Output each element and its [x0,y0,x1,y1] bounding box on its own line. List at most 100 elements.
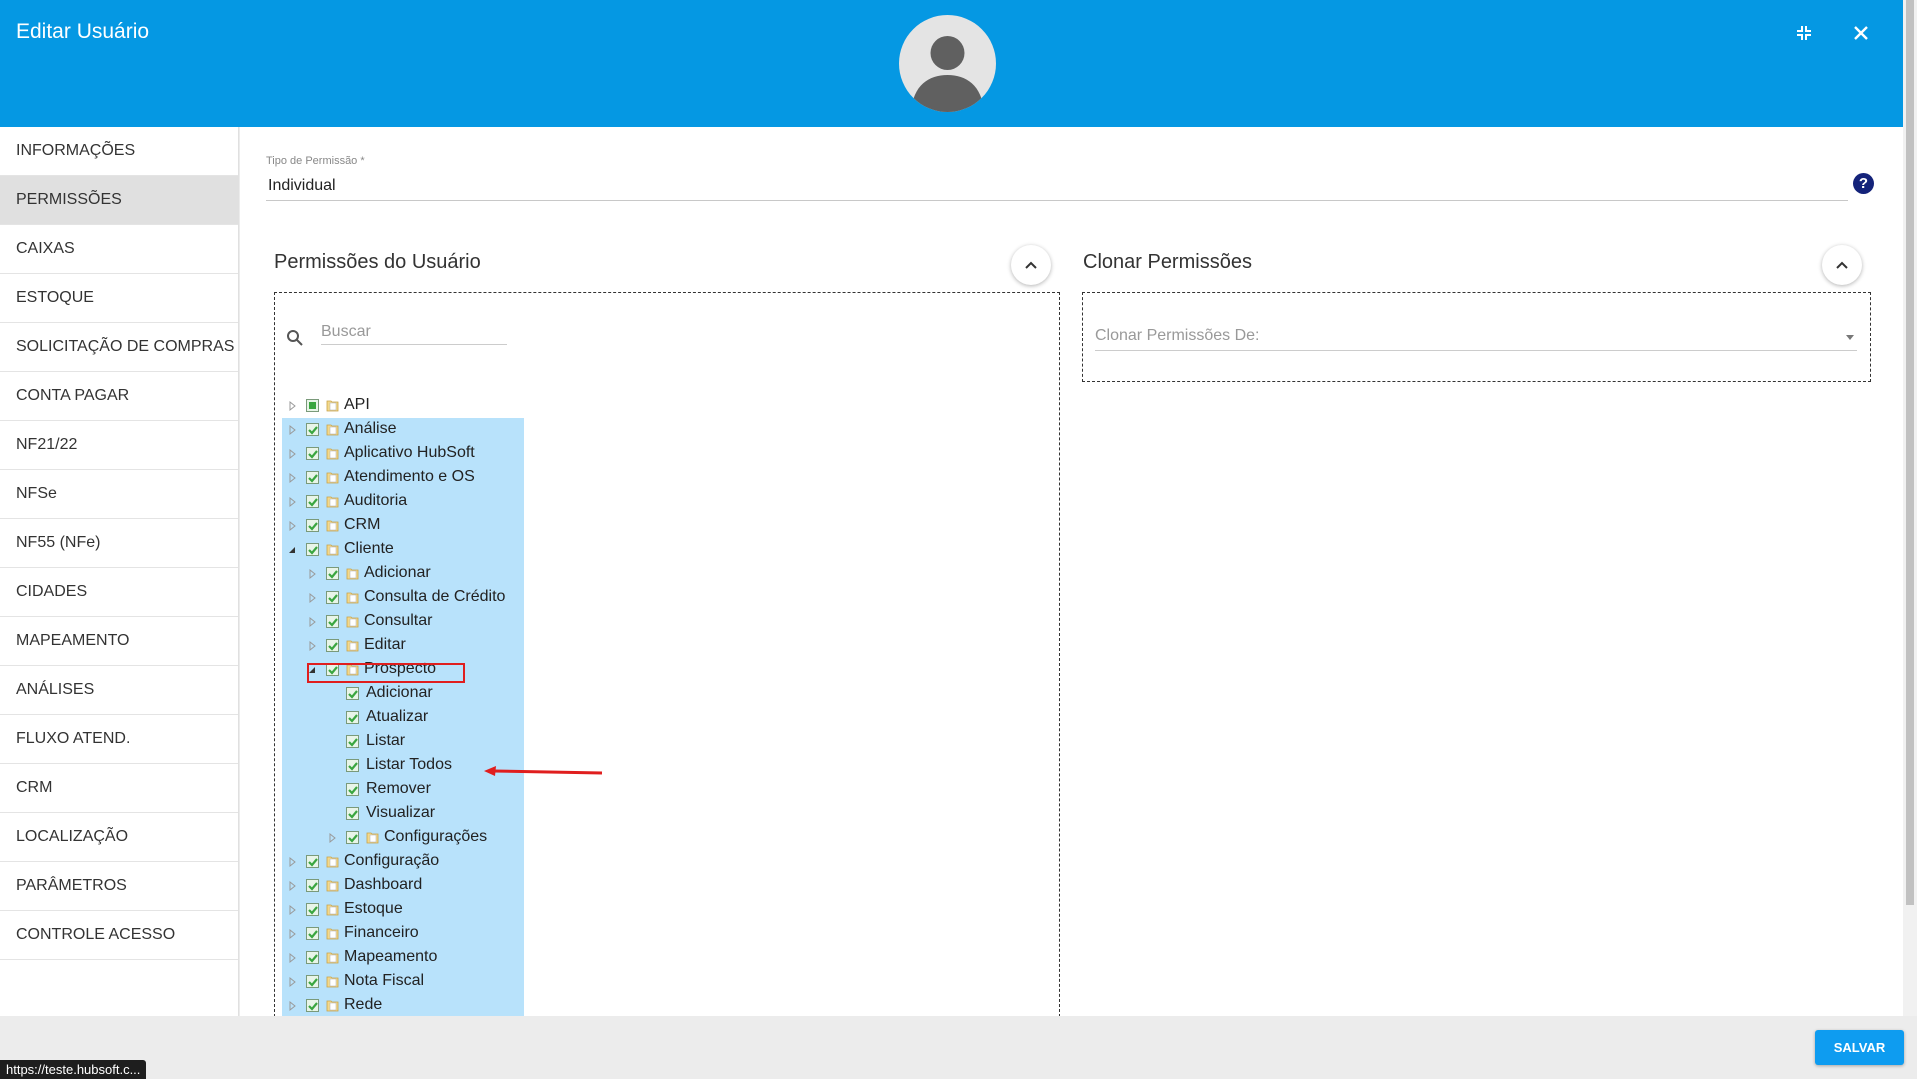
tree-collapsed-icon[interactable] [286,952,298,964]
tree-node-label[interactable]: Análise [344,420,396,438]
tree-checkbox[interactable] [306,999,319,1012]
tree-node-label[interactable]: Configurações [384,828,487,846]
tree-checkbox[interactable] [346,807,359,820]
tree-checkbox[interactable] [346,759,359,772]
tree-node[interactable]: Adicionar [282,682,524,706]
sidebar-item-0[interactable]: INFORMAÇÕES [0,127,238,176]
sidebar-item-4[interactable]: SOLICITAÇÃO DE COMPRAS [0,323,238,372]
tree-node[interactable]: Cliente [282,538,524,562]
sidebar-item-2[interactable]: CAIXAS [0,225,238,274]
tree-collapsed-icon[interactable] [286,448,298,460]
tree-checkbox[interactable] [306,927,319,940]
tree-checkbox[interactable] [306,951,319,964]
tree-checkbox[interactable] [326,591,339,604]
tree-node-label[interactable]: Editar [364,636,406,654]
tree-node[interactable]: Remover [282,778,524,802]
tree-node[interactable]: Aplicativo HubSoft [282,442,524,466]
sidebar-item-3[interactable]: ESTOQUE [0,274,238,323]
tree-checkbox[interactable] [346,687,359,700]
sidebar-item-16[interactable]: CONTROLE ACESSO [0,911,238,960]
tree-checkbox[interactable] [346,783,359,796]
tree-collapsed-icon[interactable] [286,904,298,916]
tree-collapsed-icon[interactable] [306,592,318,604]
tree-node-label[interactable]: Visualizar [366,804,435,822]
sidebar-item-9[interactable]: CIDADES [0,568,238,617]
tree-collapsed-icon[interactable] [306,640,318,652]
tree-collapsed-icon[interactable] [286,880,298,892]
tree-node[interactable]: Financeiro [282,922,524,946]
tree-node[interactable]: Editar [282,634,524,658]
sidebar-item-13[interactable]: CRM [0,764,238,813]
tree-node[interactable]: Auditoria [282,490,524,514]
tree-node-label[interactable]: Dashboard [344,876,422,894]
sidebar-item-10[interactable]: MAPEAMENTO [0,617,238,666]
sidebar-item-6[interactable]: NF21/22 [0,421,238,470]
tree-node[interactable]: Visualizar [282,802,524,826]
tree-checkbox[interactable] [346,711,359,724]
tree-checkbox[interactable] [306,471,319,484]
tree-collapsed-icon[interactable] [286,1000,298,1012]
tree-node[interactable]: Configuração [282,850,524,874]
tree-node[interactable]: Listar [282,730,524,754]
tree-checkbox[interactable] [306,423,319,436]
sidebar-item-11[interactable]: ANÁLISES [0,666,238,715]
sidebar-item-8[interactable]: NF55 (NFe) [0,519,238,568]
tree-node-label[interactable]: Financeiro [344,924,419,942]
permission-search-input[interactable] [321,319,507,345]
tree-checkbox[interactable] [306,975,319,988]
tree-checkbox[interactable] [326,567,339,580]
tree-checkbox[interactable] [306,399,319,412]
tree-node[interactable]: Adicionar [282,562,524,586]
tree-node-label[interactable]: Aplicativo HubSoft [344,444,475,462]
sidebar-item-15[interactable]: PARÂMETROS [0,862,238,911]
tree-checkbox[interactable] [326,615,339,628]
tree-collapsed-icon[interactable] [286,472,298,484]
tree-node[interactable]: CRM [282,514,524,538]
tree-node-label[interactable]: Atendimento e OS [344,468,475,486]
tree-node-label[interactable]: Atualizar [366,708,428,726]
tree-node[interactable]: Atualizar [282,706,524,730]
tree-expanded-icon[interactable] [286,544,298,556]
minimize-icon[interactable] [1789,18,1819,48]
tree-node-label[interactable]: Remover [366,780,431,798]
tree-collapsed-icon[interactable] [286,520,298,532]
tree-collapsed-icon[interactable] [286,424,298,436]
avatar-icon[interactable] [899,15,996,112]
tree-collapsed-icon[interactable] [286,496,298,508]
tree-node-label[interactable]: API [344,396,370,414]
sidebar-item-12[interactable]: FLUXO ATEND. [0,715,238,764]
tree-node-label[interactable]: Adicionar [366,684,433,702]
tree-node[interactable]: Rede [282,994,524,1018]
tree-node-label[interactable]: Consulta de Crédito [364,588,505,606]
tree-collapsed-icon[interactable] [306,568,318,580]
tree-node-label[interactable]: Auditoria [344,492,407,510]
tree-node[interactable]: Atendimento e OS [282,466,524,490]
tree-node-label[interactable]: Listar Todos [366,756,452,774]
tree-collapsed-icon[interactable] [306,616,318,628]
tree-node[interactable]: Mapeamento [282,946,524,970]
sidebar-item-14[interactable]: LOCALIZAÇÃO [0,813,238,862]
tree-node[interactable]: Nota Fiscal [282,970,524,994]
tree-checkbox[interactable] [306,903,319,916]
page-scrollbar[interactable] [1903,0,1917,1016]
tree-node-label[interactable]: Configuração [344,852,439,870]
tree-node[interactable]: Estoque [282,898,524,922]
tree-node[interactable]: Análise [282,418,524,442]
tree-checkbox[interactable] [306,447,319,460]
tree-collapsed-icon[interactable] [286,976,298,988]
tree-checkbox[interactable] [306,879,319,892]
tree-node-label[interactable]: Nota Fiscal [344,972,424,990]
sidebar-item-1[interactable]: PERMISSÕES [0,176,238,225]
tree-node-label[interactable]: Consultar [364,612,432,630]
scrollbar-thumb[interactable] [1906,0,1914,905]
permission-type-select[interactable]: Individual [266,171,1872,201]
tree-checkbox[interactable] [306,855,319,868]
tree-node-label[interactable]: Listar [366,732,405,750]
tree-node[interactable]: Dashboard [282,874,524,898]
clone-permissions-select[interactable]: Clonar Permissões De: [1095,321,1857,351]
tree-node-label[interactable]: CRM [344,516,380,534]
tree-node[interactable]: Consulta de Crédito [282,586,524,610]
tree-node-label[interactable]: Cliente [344,540,394,558]
tree-checkbox[interactable] [346,831,359,844]
tree-checkbox[interactable] [306,495,319,508]
